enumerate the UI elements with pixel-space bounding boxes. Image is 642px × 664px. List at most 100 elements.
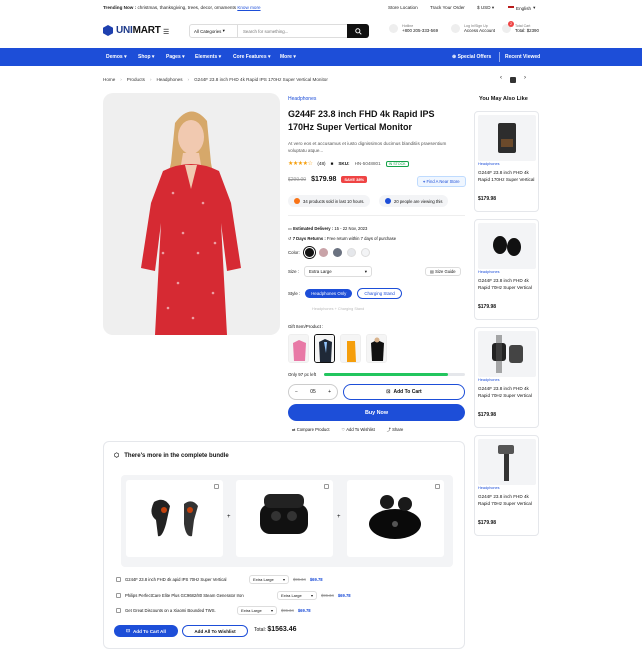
special-offers-link[interactable]: ⊛ Special Offers xyxy=(452,54,491,60)
bundle-item[interactable] xyxy=(236,480,333,557)
nav-shop[interactable]: Shop ▾ xyxy=(138,54,154,60)
nav-core-features[interactable]: Core Features ▾ xyxy=(233,54,271,60)
bundle-item[interactable] xyxy=(347,480,444,557)
bundle-item-checkbox[interactable] xyxy=(435,484,440,489)
bundle-size-select[interactable]: Extra Large ▾ xyxy=(277,591,317,600)
card-category[interactable]: Headphones xyxy=(478,270,500,274)
special-offers-label: Special Offers xyxy=(457,54,492,60)
store-location-link[interactable]: Store Location xyxy=(388,5,418,10)
bundle-size-select[interactable]: Extra Large ▾ xyxy=(237,606,277,615)
hotline[interactable]: Hotline +800 205-333-569 xyxy=(389,24,438,33)
related-card[interactable]: Headphones G244F 23.8 inch FHD 4k Rapid … xyxy=(474,435,539,536)
size-guide-button[interactable]: ▤ Size Guide xyxy=(425,267,461,276)
nav-elements[interactable]: Elements ▾ xyxy=(195,54,221,60)
breadcrumb-home[interactable]: Home xyxy=(103,77,115,82)
chevron-down-icon: ▾ xyxy=(533,5,536,10)
cart[interactable]: 2 Total Cart Total: $2390 xyxy=(502,21,539,33)
stock-progress-fill xyxy=(324,373,449,376)
add-to-cart-button[interactable]: ⊡ Add To Cart xyxy=(343,384,465,400)
bundle-new-price: $69.78 xyxy=(297,608,311,613)
card-name[interactable]: G244F 23.8 inch FHD 4k Rapid 70Hz Super … xyxy=(478,277,536,291)
know-more-link[interactable]: Know more xyxy=(237,5,260,10)
color-swatch-pink[interactable] xyxy=(318,248,328,257)
related-card[interactable]: Headphones G244F 23.8 inch FHD 4k Rapid … xyxy=(474,327,539,428)
category-select[interactable]: All Categories ▾ xyxy=(190,25,238,37)
nav-pages[interactable]: Pages ▾ xyxy=(166,54,185,60)
bundle-item-checkbox[interactable] xyxy=(324,484,329,489)
recent-viewed-link[interactable]: Recent Viewed xyxy=(505,54,540,60)
search-input[interactable] xyxy=(238,28,347,34)
breadcrumb-headphones[interactable]: Headphones xyxy=(156,77,182,82)
chevron-down-icon: ▾ xyxy=(222,28,225,33)
plus-icon[interactable]: + xyxy=(328,389,331,395)
style-option-combo[interactable]: Headphones + Charging Stand xyxy=(312,307,364,311)
style-option-stand[interactable]: Charging Stand xyxy=(357,288,402,299)
nav-demos[interactable]: Demos ▾ xyxy=(106,54,127,60)
tag-icon: ⊛ xyxy=(452,54,457,60)
total-value: $1563.46 xyxy=(267,626,297,633)
card-name[interactable]: G244F 23.8 inch FHD 4k Rapid 170Hz Super… xyxy=(478,169,536,183)
currency-select[interactable]: $ USD ▾ xyxy=(477,5,494,11)
card-category[interactable]: Headphones xyxy=(478,162,500,166)
gift-thumb-orange-outfit[interactable] xyxy=(340,334,361,363)
size-select[interactable]: Extra Large ▾ xyxy=(303,266,372,277)
gift-thumb-pink-shirt[interactable] xyxy=(288,334,309,363)
menu-icon[interactable]: ☰ xyxy=(163,28,169,36)
related-card[interactable]: Headphones G244F 23.8 inch FHD 4k Rapid … xyxy=(474,111,539,212)
logo[interactable]: UNIMART xyxy=(103,25,161,36)
add-all-to-cart-button[interactable]: ⊡ Add To Cart All xyxy=(114,625,178,637)
bundle-row-checkbox[interactable] xyxy=(116,593,121,598)
related-card[interactable]: Headphones G244F 23.8 inch FHD 4k Rapid … xyxy=(474,219,539,320)
color-swatch-gray[interactable] xyxy=(332,248,342,257)
color-row: Color: xyxy=(288,248,370,257)
card-price: $179.98 xyxy=(478,196,497,202)
earbuds-image xyxy=(151,499,198,537)
eye-icon xyxy=(385,198,391,204)
card-name[interactable]: G244F 23.8 inch FHD 4k Rapid 70Hz Super … xyxy=(478,493,536,507)
track-order-link[interactable]: Track Your Order xyxy=(430,5,465,10)
share-button[interactable]: ⤴ Share xyxy=(387,427,404,433)
card-name[interactable]: G244F 23.8 inch FHD 4k Rapid 70Hz Super … xyxy=(478,385,536,399)
bundle-row-checkbox[interactable] xyxy=(116,577,121,582)
quantity-value[interactable]: 05 xyxy=(310,389,316,395)
bundle-old-price: $96.34 xyxy=(281,608,294,613)
bundle-item-checkbox[interactable] xyxy=(214,484,219,489)
breadcrumb-products[interactable]: Products xyxy=(127,77,145,82)
chevron-down-icon: ▾ xyxy=(270,608,273,613)
card-price: $179.98 xyxy=(478,520,497,526)
bundle-item[interactable] xyxy=(126,480,223,557)
find-store-button[interactable]: ⌖ Find A Near Store xyxy=(417,176,466,187)
color-swatch-black[interactable] xyxy=(304,248,314,257)
chevron-down-icon: ▾ xyxy=(364,268,367,274)
minus-icon[interactable]: − xyxy=(295,389,298,395)
cart-icon: ⊡ xyxy=(386,389,391,395)
nav-more[interactable]: More ▾ xyxy=(280,54,296,60)
compare-icon: ⇄ xyxy=(292,427,296,432)
gift-thumb-blazer[interactable] xyxy=(314,334,335,363)
wishlist-button[interactable]: ♡ Add To Wishlist xyxy=(342,427,375,433)
review-count[interactable]: (48) xyxy=(317,161,325,166)
chevron-left-icon[interactable]: ‹ xyxy=(500,75,502,83)
grid-icon[interactable] xyxy=(510,77,516,83)
language-select[interactable]: English ▾ xyxy=(508,5,535,11)
compare-button[interactable]: ⇄ Compare Product xyxy=(292,427,330,433)
product-actions: ⇄ Compare Product ♡ Add To Wishlist ⤴ Sh… xyxy=(292,427,403,433)
style-option-headphones[interactable]: Headphones Only xyxy=(305,289,353,298)
wishlist-label: Add To Wishlist xyxy=(346,427,375,432)
color-swatch-light[interactable] xyxy=(346,248,356,257)
add-all-to-wishlist-button[interactable]: Add All To Wishlist xyxy=(182,625,248,637)
gift-thumb-black-jacket[interactable] xyxy=(366,334,387,363)
account[interactable]: Log In/Sign Up Access Account xyxy=(451,24,495,33)
bundle-row-checkbox[interactable] xyxy=(116,608,121,613)
buy-now-button[interactable]: Buy Now xyxy=(288,404,465,421)
card-category[interactable]: Headphones xyxy=(478,486,500,490)
color-swatch-white[interactable] xyxy=(360,248,370,257)
bundle-new-price: $69.78 xyxy=(309,577,323,582)
product-category-link[interactable]: Headphones xyxy=(288,96,316,102)
chevron-right-icon[interactable]: › xyxy=(524,75,526,83)
bundle-size-select[interactable]: Extra Large ▾ xyxy=(249,575,289,584)
search-button[interactable] xyxy=(347,24,369,38)
product-main-image[interactable] xyxy=(103,93,280,335)
card-category[interactable]: Headphones xyxy=(478,378,500,382)
card-price: $179.98 xyxy=(478,412,497,418)
